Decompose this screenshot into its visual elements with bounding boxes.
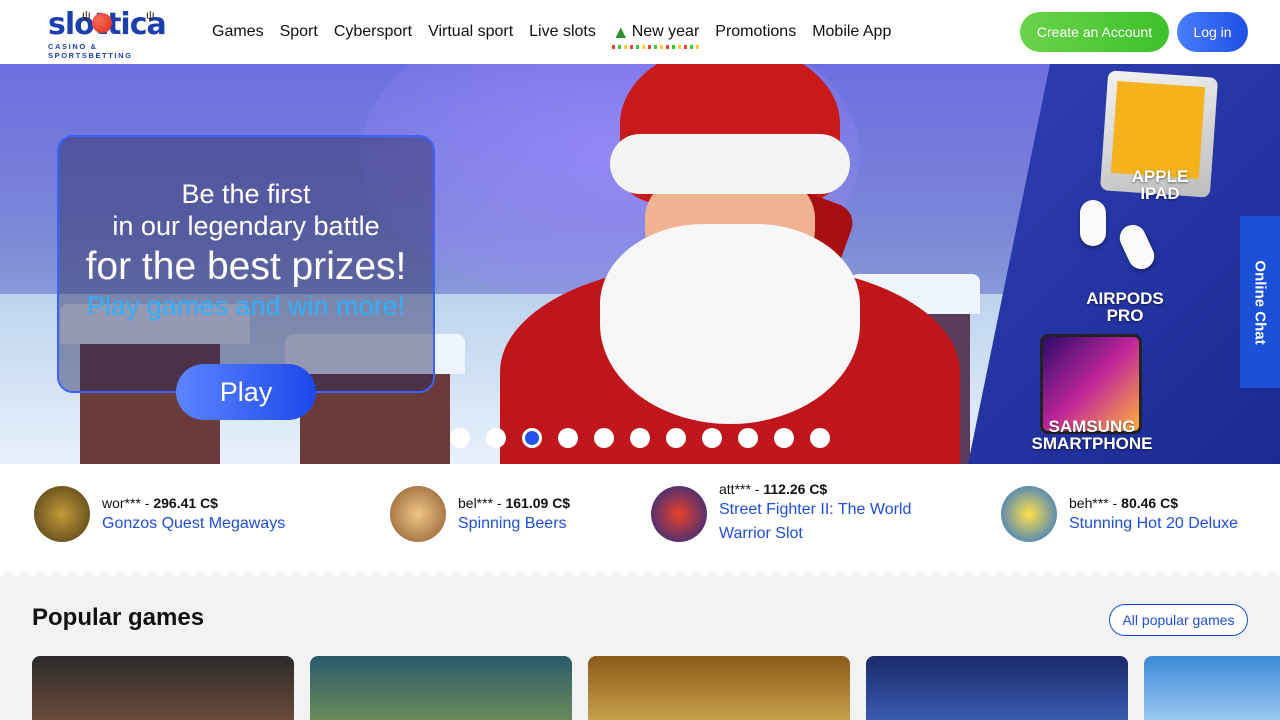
prize-airpods-label: AIRPODS PRO (1086, 289, 1164, 325)
promo-box: Be the first in our legendary battle for… (57, 135, 435, 393)
slider-dot[interactable] (594, 428, 614, 448)
main-nav: Games Sport Cybersport Virtual sport Liv… (212, 0, 891, 64)
nav-new-year-label: New year (631, 23, 700, 40)
winner-amount: 161.09 C$ (505, 495, 571, 511)
slottica-logo[interactable]: slottica CASINO & SPORTSBETTING ψ ψ (48, 8, 182, 60)
recent-winners: wor*** - 296.41 C$ Gonzos Quest Megaways… (0, 464, 1280, 572)
slider-dot[interactable] (666, 428, 686, 448)
winner-game-link[interactable]: Stunning Hot 20 Deluxe (1069, 512, 1238, 536)
slider-dot[interactable] (558, 428, 578, 448)
game-thumbnail[interactable] (1001, 486, 1057, 542)
slider-dot[interactable] (630, 428, 650, 448)
nav-games[interactable]: Games (212, 23, 264, 41)
online-chat-button[interactable]: Online Chat (1240, 216, 1280, 388)
nav-sport[interactable]: Sport (280, 23, 318, 41)
slider-dot[interactable] (450, 428, 470, 448)
nav-live-slots[interactable]: Live slots (529, 23, 596, 41)
prize-smartphone-label: SAMSUNG SMARTPHONE (1031, 417, 1153, 453)
promo-line-4: Play games and win more! (86, 291, 406, 321)
garland-lights (611, 44, 700, 49)
game-card[interactable] (588, 656, 850, 720)
winner-amount: 296.41 C$ (153, 495, 218, 511)
ipad-screen (1110, 81, 1206, 179)
christmas-tree-icon: ▲ (611, 21, 630, 42)
popular-games-title: Popular games (32, 604, 205, 631)
winner-user: beh*** (1069, 495, 1109, 511)
winner-amount: 80.46 C$ (1121, 495, 1178, 511)
login-button[interactable]: Log in (1177, 12, 1248, 52)
nav-cybersport[interactable]: Cybersport (334, 23, 412, 41)
game-card[interactable] (866, 656, 1128, 720)
slider-dot[interactable] (738, 428, 758, 448)
winner-user: att*** (719, 481, 751, 497)
all-popular-games-button[interactable]: All popular games (1109, 604, 1248, 636)
logo-text: slottica (48, 10, 182, 40)
game-card[interactable] (310, 656, 572, 720)
winner-game-link[interactable]: Spinning Beers (458, 512, 570, 536)
promo-line-1: Be the first (181, 179, 311, 209)
slider-dot[interactable] (810, 428, 830, 448)
slider-dot[interactable] (774, 428, 794, 448)
santa-claus-image (460, 64, 980, 464)
winner-info: beh*** - 80.46 C$ (1069, 495, 1178, 511)
game-thumbnail[interactable] (651, 486, 707, 542)
nav-virtual-sport[interactable]: Virtual sport (428, 23, 513, 41)
winner-info: att*** - 112.26 C$ (719, 481, 828, 497)
winner-amount: 112.26 C$ (763, 481, 828, 497)
nav-promotions[interactable]: Promotions (715, 23, 796, 41)
online-chat-label: Online Chat (1251, 259, 1269, 345)
zigzag-divider (0, 564, 1280, 576)
game-card[interactable] (1144, 656, 1280, 720)
nav-mobile-app[interactable]: Mobile App (812, 23, 891, 41)
winner-info: bel*** - 161.09 C$ (458, 495, 571, 511)
winner-info: wor*** - 296.41 C$ (102, 495, 218, 511)
antler-icon: ψ (82, 8, 91, 22)
christmas-ball-icon (92, 13, 112, 33)
winner-game-link[interactable]: Gonzos Quest Megaways (102, 512, 285, 536)
game-thumbnail[interactable] (390, 486, 446, 542)
slider-dot[interactable] (522, 428, 542, 448)
prize-ipad-label: APPLE IPAD (1131, 167, 1189, 203)
game-card[interactable] (32, 656, 294, 720)
slider-dots (450, 428, 830, 448)
site-header: slottica CASINO & SPORTSBETTING ψ ψ Game… (0, 0, 1280, 64)
winner-game-link[interactable]: Street Fighter II: The World Warrior Slo… (719, 498, 939, 546)
promo-line-3: for the best prizes! (85, 245, 407, 288)
promo-line-2: in our legendary battle (112, 211, 380, 241)
winner-user: bel*** (458, 495, 494, 511)
logo-subtitle: CASINO & SPORTSBETTING (48, 42, 133, 60)
nav-new-year[interactable]: ▲ New year (611, 21, 700, 49)
slider-dot[interactable] (486, 428, 506, 448)
slider-dot[interactable] (702, 428, 722, 448)
create-account-button[interactable]: Create an Account (1020, 12, 1169, 52)
play-button[interactable]: Play (176, 364, 316, 420)
antler-icon: ψ (146, 8, 155, 22)
winner-user: wor*** (102, 495, 141, 511)
airpod-icon (1080, 200, 1106, 246)
game-thumbnail[interactable] (34, 486, 90, 542)
